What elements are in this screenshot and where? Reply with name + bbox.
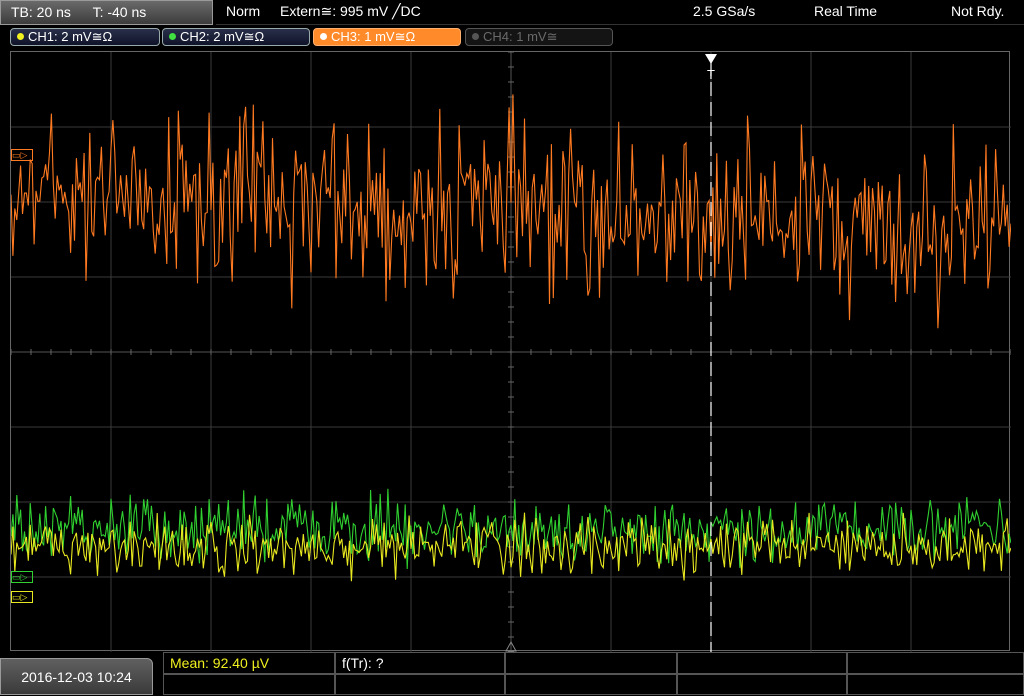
acquisition-mode: Real Time <box>814 3 878 19</box>
channel-1-tab[interactable]: CH1: 2 mV≅Ω <box>10 28 160 46</box>
measurement-slot-6 <box>163 674 335 695</box>
channel-4-dot-icon <box>472 33 479 40</box>
measurement-slot-7 <box>335 674 505 695</box>
timebase-label: TB: 20 ns <box>11 4 71 20</box>
channel-3-tab[interactable]: CH3: 1 mV≅Ω <box>313 28 461 46</box>
sample-rate: 2.5 GSa/s <box>693 3 756 19</box>
trigger-mode[interactable]: Norm <box>226 0 260 23</box>
channel-1-ground-marker[interactable]: ▭▷ <box>11 591 33 603</box>
status-bar: Norm Extern≅: 995 mV ╱DC 2.5 GSa/s Real … <box>216 0 1024 25</box>
channel-1-label: CH1: 2 mV≅Ω <box>28 29 113 44</box>
channel-4-label: CH4: 1 mV≅ <box>483 29 558 44</box>
trigger-position-icon[interactable] <box>705 54 717 64</box>
channel-1-dot-icon <box>17 33 24 40</box>
channel-3-dot-icon <box>320 33 327 40</box>
measurement-slot-8 <box>505 674 677 695</box>
measurement-mean: Mean: 92.40 µV <box>163 652 335 674</box>
channel-bar: CH1: 2 mV≅Ω CH2: 2 mV≅Ω CH3: 1 mV≅Ω CH4:… <box>0 25 1024 50</box>
channel-4-tab[interactable]: CH4: 1 mV≅ <box>465 28 613 46</box>
measurement-slot-3 <box>505 652 677 674</box>
channel-2-ground-marker[interactable]: ▭▷ <box>11 571 33 583</box>
channel-3-label: CH3: 1 mV≅Ω <box>331 29 416 44</box>
measurement-slot-4 <box>677 652 847 674</box>
timebase-panel[interactable]: TB: 20 ns T: -40 ns <box>0 0 213 25</box>
measurement-slot-5 <box>847 652 1024 674</box>
measurement-panel[interactable]: Mean: 92.40 µV f(Tr): ? <box>163 652 1024 695</box>
waveform-display[interactable]: T ▭▷ ▭▷ ▭▷ <box>10 51 1011 652</box>
waveform-plot: T <box>11 52 1011 652</box>
channel-2-tab[interactable]: CH2: 2 mV≅Ω <box>162 28 310 46</box>
trigger-time-label: T: -40 ns <box>92 4 147 20</box>
acquisition-state: Not Rdy. <box>951 3 1005 19</box>
measurement-slot-9 <box>677 674 847 695</box>
trigger-source[interactable]: Extern≅: 995 mV ╱DC <box>280 0 421 23</box>
channel-2-dot-icon <box>169 33 176 40</box>
footer: 2016-12-03 10:24 Mean: 92.40 µV f(Tr): ? <box>0 652 1024 695</box>
measurement-ftr: f(Tr): ? <box>335 652 505 674</box>
channel-3-ground-marker[interactable]: ▭▷ <box>11 149 33 161</box>
channel-2-label: CH2: 2 mV≅Ω <box>180 29 265 44</box>
measurement-slot-10 <box>847 674 1024 695</box>
datetime-display[interactable]: 2016-12-03 10:24 <box>0 658 153 695</box>
trigger-marker-label: T <box>707 67 715 82</box>
